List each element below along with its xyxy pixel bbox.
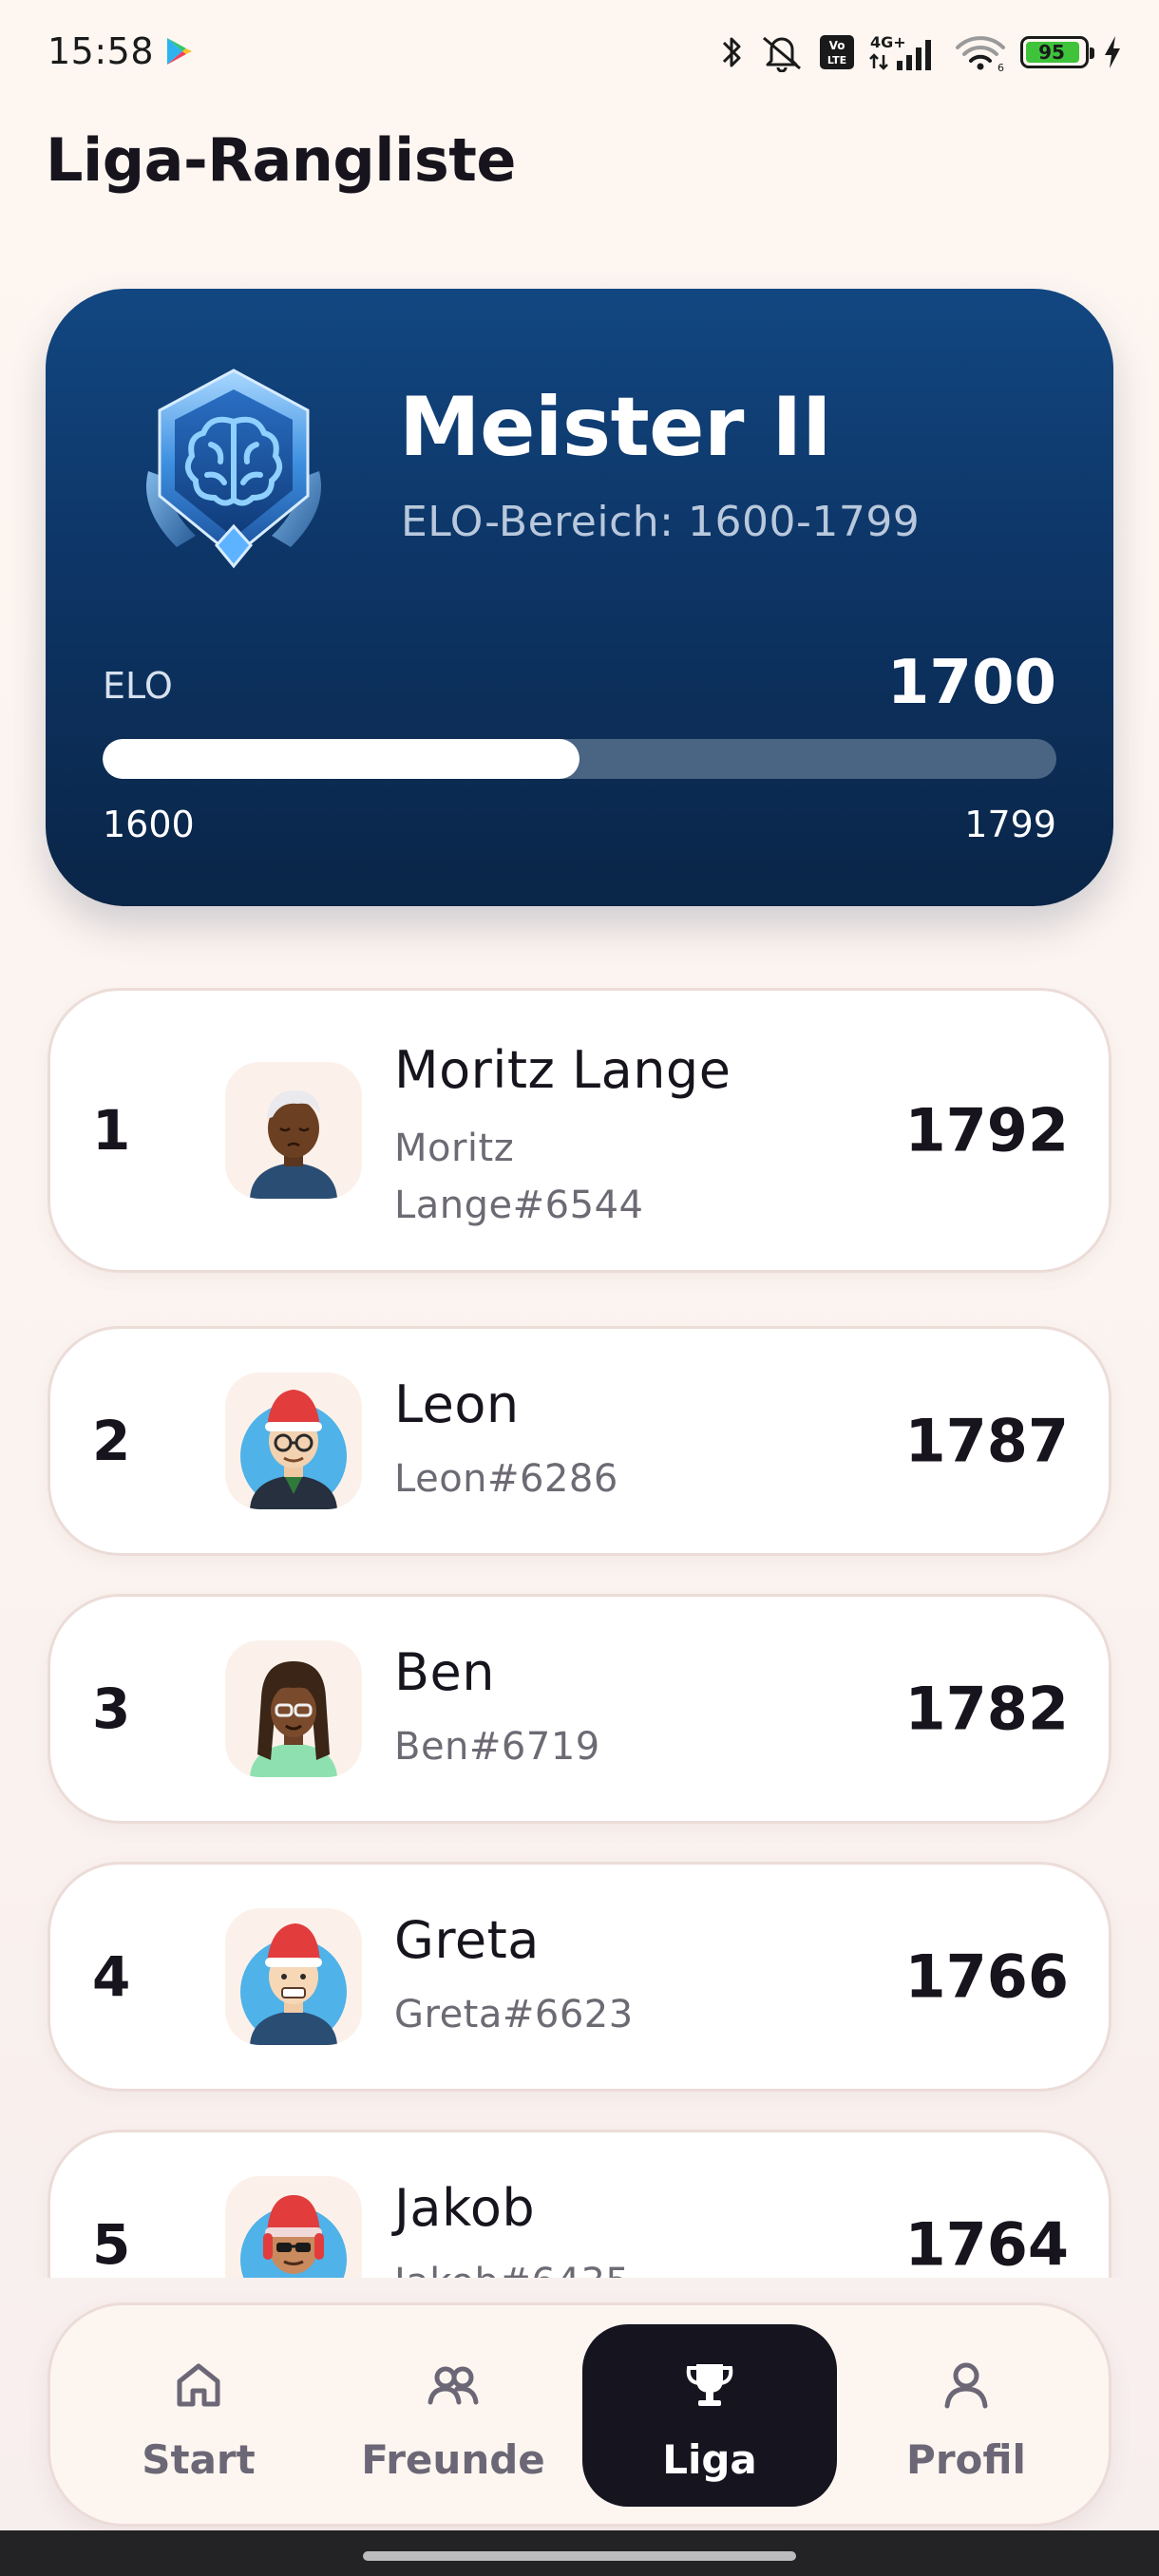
ranking-list[interactable]: 1 Moritz Lange Moritz Lange#6544 1792 2	[0, 988, 1159, 2278]
battery-icon: 95	[1020, 36, 1094, 68]
rank-number: 4	[92, 1944, 131, 2009]
battery-level: 95	[1038, 41, 1065, 64]
avatar	[225, 1908, 362, 2045]
bluetooth-icon	[722, 37, 741, 67]
player-elo: 1782	[904, 1674, 1069, 1744]
charging-icon	[1105, 36, 1120, 68]
player-tag: Ben#6719	[394, 1725, 600, 1769]
avatar	[225, 1373, 362, 1509]
nav-item-profil[interactable]: Profil	[839, 2324, 1093, 2507]
avatar-sunglasses-winter-hat-icon	[240, 2195, 347, 2278]
player-elo: 1766	[904, 1941, 1069, 2012]
player-elo: 1787	[904, 1406, 1069, 1476]
wifi-icon: 6	[956, 36, 1005, 72]
nav-label: Start	[142, 2436, 256, 2483]
status-icons: Vo LTE 4G+ 6 95	[720, 28, 1123, 76]
league-card: Meister II ELO-Bereich: 1600-1799 ELO 17…	[46, 289, 1113, 906]
battery-cap	[1090, 47, 1094, 59]
ranking-row[interactable]: 2 Leon Leon#6286 1787	[48, 1326, 1112, 1556]
elo-label: ELO	[103, 665, 173, 707]
brain-shield-emblem-icon	[146, 369, 321, 569]
elo-progress-fill	[103, 739, 580, 779]
home-icon	[177, 2363, 220, 2407]
svg-text:LTE: LTE	[827, 54, 846, 66]
elo-min: 1600	[103, 804, 195, 845]
nav-item-liga[interactable]: Liga	[582, 2324, 837, 2507]
trophy-icon	[686, 2364, 733, 2406]
rank-number: 1	[92, 1098, 131, 1163]
gesture-handle[interactable]	[363, 2551, 796, 2561]
player-elo: 1764	[904, 2209, 1069, 2279]
avatar	[225, 1062, 362, 1199]
nav-label: Liga	[662, 2436, 757, 2483]
player-name: Greta	[394, 1910, 540, 1970]
rank-number: 5	[92, 2212, 131, 2277]
page-title: Liga-Rangliste	[46, 125, 516, 195]
league-elo-range: ELO-Bereich: 1600-1799	[401, 498, 921, 546]
avatar-dark-skin-gray-hair-icon	[250, 1090, 337, 1199]
signal-4g-icon: 4G+	[869, 33, 931, 70]
elo-max: 1799	[964, 804, 1056, 845]
elo-value: 1700	[886, 648, 1056, 718]
vibrate-off-icon	[763, 36, 801, 72]
status-bar: 15:58 Vo LTE 4G+ 6 95	[0, 0, 1159, 104]
status-time: 15:58	[48, 30, 155, 72]
nav-item-freunde[interactable]: Freunde	[326, 2324, 580, 2507]
ranking-row[interactable]: 1 Moritz Lange Moritz Lange#6544 1792	[48, 988, 1112, 1273]
player-name: Jakob	[394, 2178, 536, 2238]
svg-text:4G+: 4G+	[870, 33, 906, 51]
ranking-row[interactable]: 5 Jakob Jakob#6435 1764	[48, 2130, 1112, 2278]
nav-item-start[interactable]: Start	[71, 2324, 326, 2507]
friends-icon	[428, 2366, 479, 2405]
league-name: Meister II	[399, 380, 832, 475]
player-elo: 1792	[904, 1095, 1069, 1165]
nav-label: Freunde	[361, 2436, 545, 2483]
system-gesture-area	[0, 2530, 1159, 2576]
player-tag: Leon#6286	[394, 1457, 618, 1501]
player-tag: Greta#6623	[394, 1993, 634, 2036]
avatar	[225, 1640, 362, 1777]
volte-icon: Vo LTE	[820, 35, 854, 69]
player-name: Moritz Lange	[394, 1040, 732, 1100]
nav-label: Profil	[906, 2436, 1026, 2483]
avatar-santa-hat-grin-icon	[240, 1923, 347, 2045]
svg-text:6: 6	[998, 62, 1004, 72]
rank-number: 2	[92, 1409, 131, 1473]
svg-text:Vo: Vo	[829, 39, 846, 52]
player-name: Leon	[394, 1374, 520, 1434]
ranking-row[interactable]: 3 Ben Ben#6719 1782	[48, 1594, 1112, 1824]
elo-progress-bar	[103, 739, 1056, 779]
bottom-navigation: Start Freunde Liga Profil	[48, 2302, 1112, 2527]
avatar	[225, 2176, 362, 2278]
ranking-row[interactable]: 4 Greta Greta#6623 1766	[48, 1862, 1112, 2092]
profile-icon	[944, 2362, 988, 2409]
avatar-dreadlocks-glasses-icon	[250, 1661, 337, 1777]
avatar-glasses-santa-hat-icon	[240, 1390, 347, 1509]
player-tag: Moritz Lange#6544	[394, 1127, 644, 1227]
rank-number: 3	[92, 1676, 131, 1741]
player-name: Ben	[394, 1642, 495, 1702]
player-tag: Jakob#6435	[394, 2254, 679, 2278]
google-play-icon	[167, 38, 192, 65]
